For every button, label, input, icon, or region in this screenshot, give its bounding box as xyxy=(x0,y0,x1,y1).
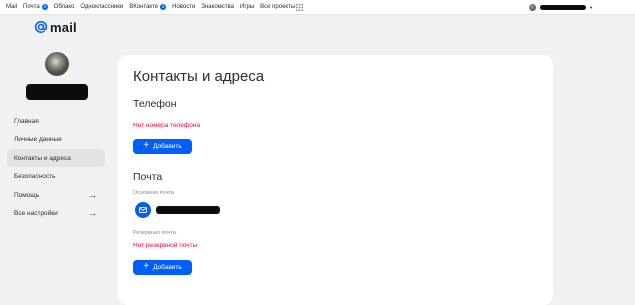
sidebar-item-contacts[interactable]: Контакты и адреса xyxy=(7,149,105,167)
profile-avatar[interactable] xyxy=(45,52,69,76)
backup-mail-label: Резервная почта xyxy=(133,230,176,236)
unread-count-badge: 4 xyxy=(41,4,48,10)
no-phone-message: Нет номера телефона xyxy=(133,122,201,129)
add-backup-mail-button-label: Добавить xyxy=(153,264,182,271)
topnav-item-dating[interactable]: Знакомства xyxy=(201,4,234,10)
mail-section-title: Почта xyxy=(133,171,163,183)
sidebar-item-label: Контакты и адреса xyxy=(14,154,71,162)
topnav-label: Все проекты xyxy=(260,4,296,10)
topnav-label: Облако xyxy=(53,4,75,10)
avatar xyxy=(529,4,537,11)
topnav-label: Новости xyxy=(172,4,196,10)
envelope-icon xyxy=(135,202,151,218)
sidebar-item-home[interactable]: Главная xyxy=(7,112,105,130)
add-backup-mail-button[interactable]: + Добавить xyxy=(133,260,192,275)
topnav-item-vk[interactable]: ВКонтакте 3 xyxy=(129,4,167,10)
page-title: Контакты и адреса xyxy=(133,68,265,85)
unread-count-badge: 3 xyxy=(160,4,167,10)
add-phone-button-label: Добавить xyxy=(153,143,182,150)
plus-icon: + xyxy=(143,261,150,272)
topnav-label: Mail xyxy=(6,4,18,10)
chevron-down-icon: ▼ xyxy=(589,5,593,10)
sidebar-item-label: Безопасность xyxy=(14,173,56,180)
sidebar-item-label: Главная xyxy=(14,117,39,125)
plus-icon: + xyxy=(143,140,150,151)
logo-text: mail xyxy=(50,19,77,35)
no-backup-mail-message: Нет резервной почты xyxy=(133,242,198,249)
topnav-label: ВКонтакте xyxy=(129,4,159,10)
profile-name-redacted xyxy=(26,84,88,100)
primary-mail-label: Основная почта xyxy=(133,190,174,196)
topnav-label: Игры xyxy=(240,4,255,10)
topnav-label: Одноклассники xyxy=(80,4,124,10)
sidebar-item-label: Личные данные xyxy=(14,136,62,143)
topnav-item-mail[interactable]: Mail xyxy=(6,4,17,10)
grid-icon xyxy=(296,3,304,11)
sidebar-item-security[interactable]: Безопасность xyxy=(7,168,105,186)
arrow-right-icon: → xyxy=(88,189,97,200)
username-redacted xyxy=(540,5,587,10)
topnav-item-cloud[interactable]: Облако xyxy=(54,4,75,10)
contacts-card: Контакты и адреса Телефон Нет номера тел… xyxy=(118,55,553,305)
sidebar-item-label: Все настройки xyxy=(14,210,58,217)
topnav-item-games[interactable]: Игры xyxy=(240,4,254,10)
add-phone-button[interactable]: + Добавить xyxy=(133,139,192,154)
sidebar-item-label: Помощь xyxy=(14,191,40,199)
sidebar-item-help[interactable]: Помощь → xyxy=(7,186,105,204)
topnav-item-news[interactable]: Новости xyxy=(172,4,195,10)
arrow-right-icon: → xyxy=(88,208,97,218)
primary-mail-redacted xyxy=(156,206,220,214)
phone-section-title: Телефон xyxy=(133,98,177,110)
sidebar-menu: Главная Личные данные Контакты и адреса … xyxy=(7,112,105,223)
topnav-label: Знакомства xyxy=(201,4,234,10)
envelope-glyph xyxy=(139,207,147,213)
user-menu[interactable]: ▼ xyxy=(529,3,593,12)
topnav-item-pochta[interactable]: Почта 4 xyxy=(23,4,48,10)
mail-logo[interactable]: mail xyxy=(34,19,77,35)
topnav-item-ok[interactable]: Одноклассники xyxy=(80,4,123,10)
sidebar-item-all-settings[interactable]: Все настройки → xyxy=(7,205,105,223)
topnav-item-all-projects[interactable]: Все проекты xyxy=(260,3,304,11)
at-sign-icon xyxy=(34,20,48,34)
sidebar-item-personal-data[interactable]: Личные данные xyxy=(7,131,105,149)
topnav-label: Почта xyxy=(23,4,40,10)
